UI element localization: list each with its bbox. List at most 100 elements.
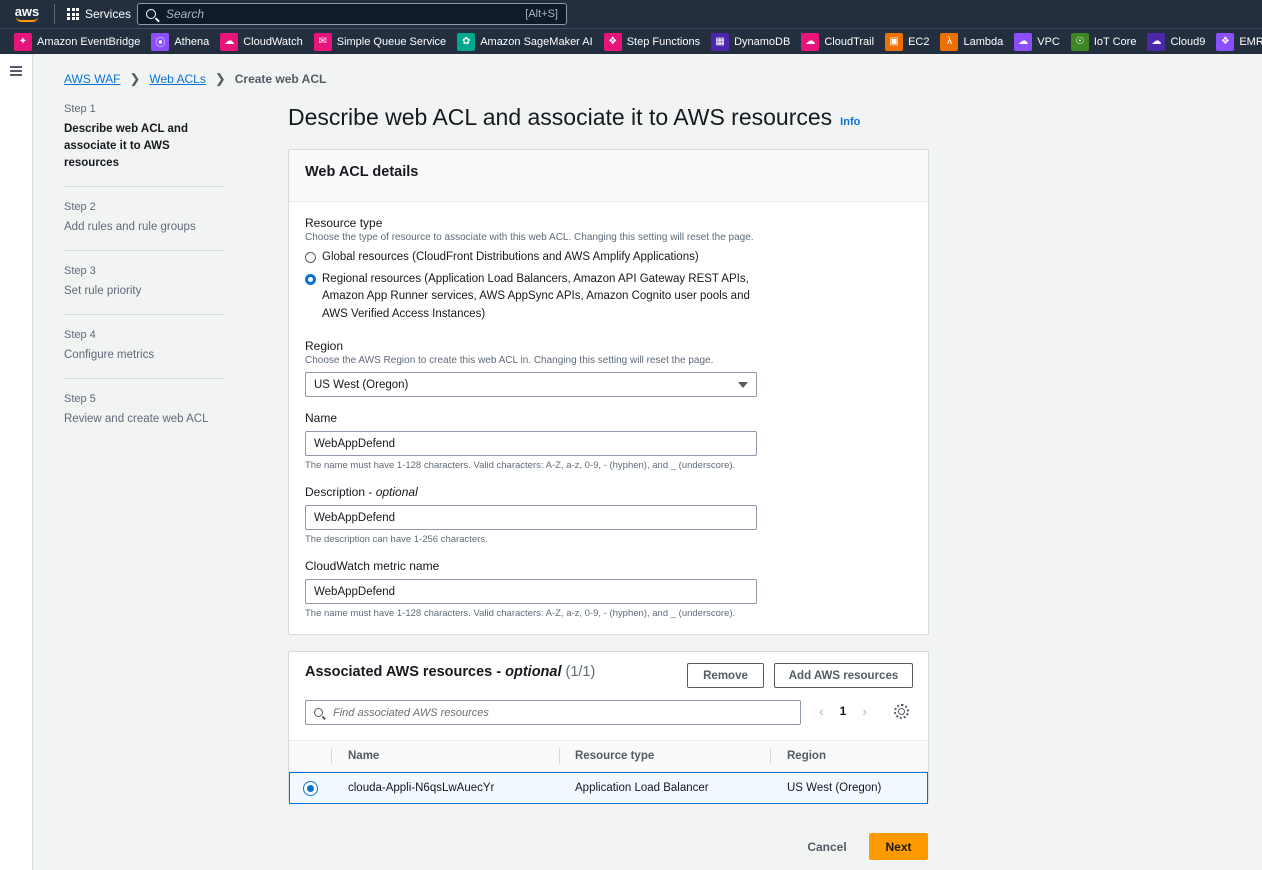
table-row[interactable]: clouda-Appli-N6qsLwAuecYr Application Lo…	[289, 772, 928, 804]
radio-regional[interactable]	[305, 273, 316, 285]
select-column-header	[289, 740, 331, 772]
stepfunctions-icon: ❖	[603, 32, 622, 51]
associated-optional-text: optional	[505, 664, 562, 680]
cell-region: US West (Oregon)	[787, 782, 882, 794]
region-select[interactable]: US West (Oregon)	[305, 372, 757, 397]
pagination: ‹ 1 ›	[819, 703, 867, 719]
description-label: Description - optional	[305, 485, 418, 499]
chevron-left-icon[interactable]: ‹	[819, 703, 824, 719]
favorite-label: Simple Queue Service	[336, 35, 447, 48]
favorite-athena[interactable]: ⦿ Athena	[151, 32, 209, 51]
favorite-cloudwatch[interactable]: ☁ CloudWatch	[220, 32, 303, 51]
favorite-label: CloudTrail	[824, 35, 875, 48]
panel-header: Web ACL details	[289, 150, 928, 202]
aws-logo[interactable]: aws	[0, 0, 54, 28]
chevron-right-icon[interactable]: ›	[862, 703, 867, 719]
favorite-sagemaker[interactable]: ✿ Amazon SageMaker AI	[457, 32, 593, 51]
step-number: Step 5	[64, 393, 96, 405]
resource-type-regional-option[interactable]: Regional resources (Application Load Bal…	[305, 271, 912, 324]
radio-global[interactable]	[305, 252, 316, 263]
associated-count: (1/1)	[565, 664, 596, 680]
cancel-button[interactable]: Cancel	[797, 833, 857, 860]
search-shortcut-hint: [Alt+S]	[525, 8, 558, 20]
current-page-number[interactable]: 1	[840, 704, 847, 718]
page-title: Describe web ACL and associate it to AWS…	[288, 104, 860, 131]
metric-name-input[interactable]: WebAppDefend	[305, 579, 757, 604]
web-acl-details-panel: Web ACL details Resource type Choose the…	[288, 149, 929, 635]
wizard-step-4: Step 4 Configure metrics	[64, 329, 224, 379]
side-navigation-rail	[0, 54, 33, 870]
cell-name: clouda-Appli-N6qsLwAuecYr	[348, 782, 495, 794]
breadcrumb-link-web-acls[interactable]: Web ACLs	[149, 72, 205, 86]
resource-type-global-option[interactable]: Global resources (CloudFront Distributio…	[305, 249, 912, 267]
favorite-label: Cloud9	[1170, 35, 1206, 48]
favorite-iot[interactable]: ☉ IoT Core	[1070, 32, 1136, 51]
cell-resource-type: Application Load Balancer	[575, 782, 709, 794]
ec2-icon: ▣	[885, 32, 904, 51]
name-input[interactable]: WebAppDefend	[305, 431, 757, 456]
favorite-lambda[interactable]: λ Lambda	[940, 32, 1004, 51]
sqs-icon: ✉	[313, 32, 332, 51]
add-aws-resources-button[interactable]: Add AWS resources	[774, 663, 913, 688]
description-constraint: The description can have 1-256 character…	[305, 534, 488, 545]
radio-global-label: Global resources (CloudFront Distributio…	[322, 251, 699, 263]
favorite-label: CloudWatch	[243, 35, 303, 48]
step-label: Review and create web ACL	[64, 413, 209, 425]
metric-name-constraint: The name must have 1-128 characters. Val…	[305, 608, 736, 619]
info-link[interactable]: Info	[840, 116, 860, 128]
step-number: Step 1	[64, 103, 96, 115]
favorite-eventbridge[interactable]: ✦ Amazon EventBridge	[14, 32, 140, 51]
wizard-step-1[interactable]: Step 1 Describe web ACL and associate it…	[64, 103, 224, 187]
column-header-resource-type[interactable]: Resource type	[559, 740, 770, 772]
row-radio-selected[interactable]	[303, 780, 318, 796]
top-navigation: aws Services Search [Alt+S]	[0, 0, 1262, 28]
favorite-dynamodb[interactable]: ▦ DynamoDB	[711, 32, 790, 51]
metric-name-label: CloudWatch metric name	[305, 559, 440, 573]
step-label: Configure metrics	[64, 349, 155, 361]
next-button[interactable]: Next	[869, 833, 928, 860]
associated-resources-title: Associated AWS resources	[305, 664, 493, 680]
favorite-label: Lambda	[963, 35, 1004, 48]
resource-type-description: Choose the type of resource to associate…	[305, 232, 754, 243]
athena-icon: ⦿	[151, 32, 170, 51]
sagemaker-icon: ✿	[457, 32, 476, 51]
favorite-cloud9[interactable]: ☁ Cloud9	[1147, 32, 1206, 51]
favorite-emr[interactable]: ❖ EMR	[1216, 32, 1262, 51]
dynamodb-icon: ▦	[711, 32, 730, 51]
favorite-label: VPC	[1037, 35, 1060, 48]
step-label: Describe web ACL and associate it to AWS…	[64, 123, 188, 169]
table-header: Name Resource type Region	[289, 740, 928, 772]
step-label: Add rules and rule groups	[64, 221, 196, 233]
global-search-input[interactable]: Search [Alt+S]	[137, 3, 567, 25]
chevron-right-icon: ❯	[129, 71, 141, 86]
favorite-stepfunctions[interactable]: ❖ Step Functions	[603, 32, 700, 51]
radio-regional-label: Regional resources (Application Load Bal…	[322, 272, 750, 320]
search-icon	[146, 9, 156, 19]
lambda-icon: λ	[940, 32, 959, 51]
services-menu-button[interactable]: Services	[55, 0, 143, 28]
breadcrumb-link-aws-waf[interactable]: AWS WAF	[64, 72, 120, 86]
favorite-cloudtrail[interactable]: ☁ CloudTrail	[801, 32, 875, 51]
column-header-name[interactable]: Name	[331, 740, 559, 772]
gear-icon[interactable]	[894, 704, 909, 719]
favorite-sqs[interactable]: ✉ Simple Queue Service	[313, 32, 447, 51]
associated-resources-panel: Associated AWS resources - optional (1/1…	[288, 651, 929, 804]
region-description: Choose the AWS Region to create this web…	[305, 355, 714, 366]
favorite-ec2[interactable]: ▣ EC2	[885, 32, 929, 51]
services-label: Services	[85, 7, 132, 21]
row-select-cell[interactable]	[290, 773, 331, 803]
step-number: Step 4	[64, 329, 96, 341]
description-input[interactable]: WebAppDefend	[305, 505, 757, 530]
menu-icon[interactable]	[10, 66, 22, 76]
favorite-vpc[interactable]: ☁ VPC	[1014, 32, 1060, 51]
column-header-region[interactable]: Region	[770, 740, 928, 772]
eventbridge-icon: ✦	[14, 32, 32, 51]
vpc-icon: ☁	[1014, 32, 1033, 51]
step-number: Step 3	[64, 265, 96, 277]
favorite-label: Amazon SageMaker AI	[480, 35, 593, 48]
wizard-step-2: Step 2 Add rules and rule groups	[64, 201, 224, 251]
associated-resources-table: Name Resource type Region clouda-Appli-N…	[289, 740, 928, 804]
remove-button[interactable]: Remove	[687, 663, 764, 688]
associated-resources-filter-input[interactable]: Find associated AWS resources	[305, 700, 801, 725]
name-label: Name	[305, 411, 338, 425]
